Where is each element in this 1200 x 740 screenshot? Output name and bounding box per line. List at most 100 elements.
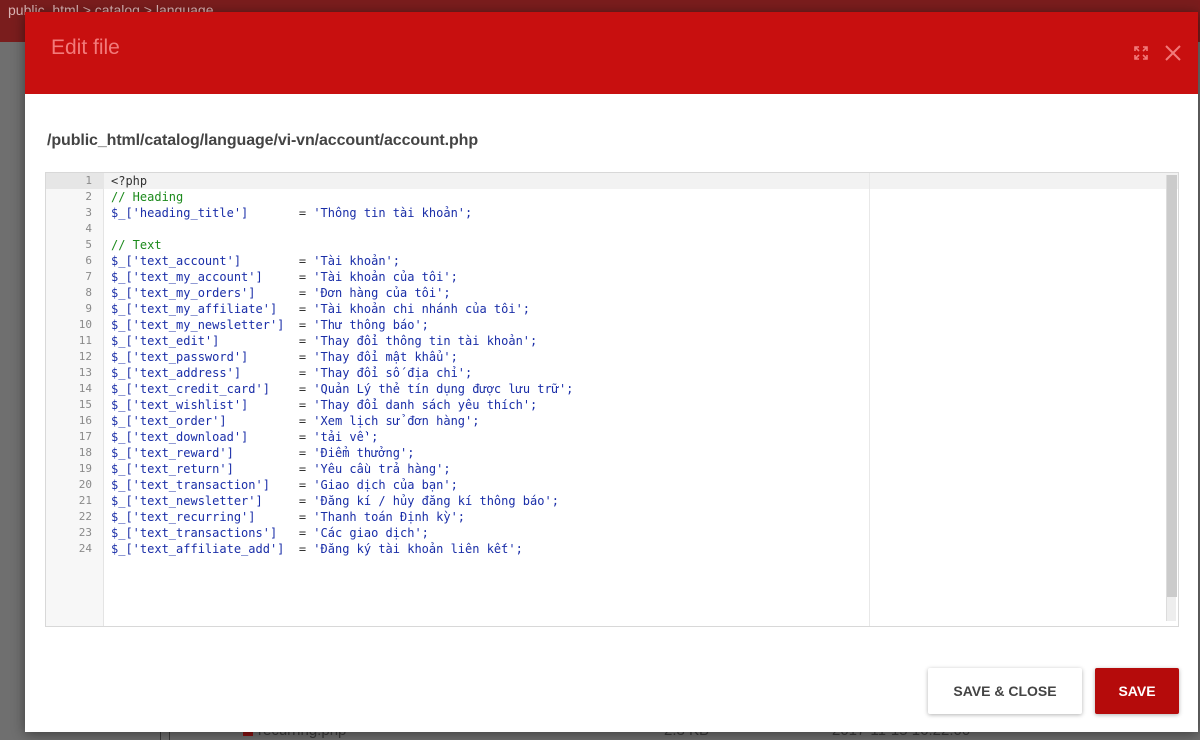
code-token: = [233, 446, 314, 460]
line-text: // Heading [111, 189, 183, 205]
code-editor[interactable]: 1 <?php 2 // Heading 3 $_['heading_title'] = … [45, 172, 1179, 627]
code-token: = [269, 478, 314, 492]
code-line: 15 $_['text_wishlist'] = 'Thay đổi danh s… [46, 397, 1178, 413]
code-token: $_['text_my_account'] [111, 270, 263, 284]
code-token: 'Tài khoản của tôi'; [313, 270, 458, 284]
line-text: $_['text_my_orders'] = 'Đơn hàng của tôi… [111, 285, 451, 301]
line-text: $_['text_newsletter'] = 'Đăng kí / hủy đ… [111, 493, 559, 509]
code-token: 'Giao dịch của bạn'; [313, 478, 458, 492]
line-text: $_['text_download'] = 'tải về'; [111, 429, 378, 445]
code-token: // Text [111, 238, 162, 252]
code-line: 6 $_['text_account'] = 'Tài khoản'; [46, 253, 1178, 269]
code-token: 'Thay đổi mật khẩu'; [313, 350, 458, 364]
code-token: 'Thanh toán Định kỳ'; [313, 510, 466, 524]
line-number: 20 [78, 478, 92, 491]
line-number: 13 [78, 366, 92, 379]
code-token: 'Thay đổi thông tin tài khoản'; [313, 334, 538, 348]
code-token: 'tải về'; [313, 430, 379, 444]
code-token: = [248, 350, 314, 364]
line-text: $_['text_wishlist'] = 'Thay đổi danh sác… [111, 397, 537, 413]
code-token: $_['text_newsletter'] [111, 494, 263, 508]
code-line: 17 $_['text_download'] = 'tải về'; [46, 429, 1178, 445]
scrollbar-thumb[interactable] [1167, 175, 1177, 597]
code-token: $_['heading_title'] [111, 206, 249, 220]
code-token: 'Xem lịch sử đơn hàng'; [313, 414, 480, 428]
line-text: $_['text_edit'] = 'Thay đổi thông tin tà… [111, 333, 537, 349]
code-token: = [277, 302, 314, 316]
code-token: $_['text_edit'] [111, 334, 220, 348]
line-number: 17 [78, 430, 92, 443]
code-line: 20 $_['text_transaction'] = 'Giao dịch củ… [46, 477, 1178, 493]
code-line: 7 $_['text_my_account'] = 'Tài khoản của … [46, 269, 1178, 285]
code-token: 'Quản Lý thẻ tín dụng được lưu trữ'; [313, 382, 574, 396]
code-line: 18 $_['text_reward'] = 'Điểm thưởng'; [46, 445, 1178, 461]
code-token: $_['text_wishlist'] [111, 398, 249, 412]
code-token: $_['text_credit_card'] [111, 382, 270, 396]
code-token: = [241, 254, 314, 268]
code-line: 5 // Text [46, 237, 1178, 253]
line-number: 2 [85, 190, 92, 203]
code-token: $_['text_order'] [111, 414, 227, 428]
line-text: $_['text_my_newsletter'] = 'Thư thông bá… [111, 317, 429, 333]
line-number: 24 [78, 542, 92, 555]
code-token: // Heading [111, 190, 184, 204]
line-text: $_['text_affiliate_add'] = 'Đăng ký tài … [111, 541, 523, 557]
code-line: 9 $_['text_my_affiliate'] = 'Tài khoản ch… [46, 301, 1178, 317]
line-text: $_['text_recurring'] = 'Thanh toán Định … [111, 509, 465, 525]
code-token: $_['text_address'] [111, 366, 242, 380]
header-actions [1130, 42, 1184, 64]
line-text: $_['text_account'] = 'Tài khoản'; [111, 253, 400, 269]
code-token: 'Đăng ký tài khoản liên kết'; [313, 542, 523, 556]
modal-header: Edit file [25, 12, 1198, 94]
line-number: 12 [78, 350, 92, 363]
line-number: 22 [78, 510, 92, 523]
code-token: $_['text_recurring'] [111, 510, 256, 524]
code-token: = [262, 270, 314, 284]
code-token: 'Các giao dịch'; [313, 526, 429, 540]
code-token: = [219, 334, 314, 348]
code-token: = [284, 318, 314, 332]
close-icon[interactable] [1162, 42, 1184, 64]
edit-file-modal: Edit file /public_html/catalog/language/… [25, 12, 1198, 732]
code-token: $_['text_password'] [111, 350, 249, 364]
file-path: /public_html/catalog/language/vi-vn/acco… [47, 132, 479, 149]
code-token: $_['text_transactions'] [111, 526, 278, 540]
save-button[interactable]: SAVE [1095, 668, 1179, 714]
code-token: 'Đơn hàng của tôi'; [313, 286, 451, 300]
code-line: 12 $_['text_password'] = 'Thay đổi mật kh… [46, 349, 1178, 365]
line-text: // Text [111, 237, 162, 253]
line-text: $_['text_order'] = 'Xem lịch sử đơn hàng… [111, 413, 479, 429]
code-line: 8 $_['text_my_orders'] = 'Đơn hàng của tô… [46, 285, 1178, 301]
code-token: 'Thư thông báo'; [313, 318, 429, 332]
code-token: = [248, 206, 314, 220]
code-token: = [255, 286, 314, 300]
code-line: 14 $_['text_credit_card'] = 'Quản Lý thẻ … [46, 381, 1178, 397]
line-number: 16 [78, 414, 92, 427]
line-text: $_['text_transaction'] = 'Giao dịch của … [111, 477, 458, 493]
code-token: 'Yêu cầu trả hàng'; [313, 462, 451, 476]
code-lines: 1 <?php 2 // Heading 3 $_['heading_title'] = … [46, 173, 1178, 557]
code-token: $_['text_my_newsletter'] [111, 318, 285, 332]
code-token: $_['text_transaction'] [111, 478, 270, 492]
code-token: 'Điểm thưởng'; [313, 446, 415, 460]
code-token: = [269, 382, 314, 396]
code-token: $_['text_return'] [111, 462, 234, 476]
line-text: $_['text_my_account'] = 'Tài khoản của t… [111, 269, 458, 285]
line-text: $_['text_password'] = 'Thay đổi mật khẩu… [111, 349, 458, 365]
code-token: = [233, 462, 314, 476]
code-line: 21 $_['text_newsletter'] = 'Đăng kí / hủy… [46, 493, 1178, 509]
fullscreen-icon[interactable] [1130, 42, 1152, 64]
editor-scrollbar[interactable] [1166, 175, 1177, 621]
line-number: 8 [85, 286, 92, 299]
code-line: 4 [46, 221, 1178, 237]
line-text: $_['text_address'] = 'Thay đổi số địa ch… [111, 365, 472, 381]
code-token: = [248, 430, 314, 444]
line-number: 15 [78, 398, 92, 411]
code-line: 23 $_['text_transactions'] = 'Các giao dị… [46, 525, 1178, 541]
code-token: $_['text_my_affiliate'] [111, 302, 278, 316]
line-number: 5 [85, 238, 92, 251]
code-token: = [277, 526, 314, 540]
code-token: $_['text_affiliate_add'] [111, 542, 285, 556]
save-and-close-button[interactable]: SAVE & CLOSE [928, 668, 1082, 714]
code-token: $_['text_my_orders'] [111, 286, 256, 300]
